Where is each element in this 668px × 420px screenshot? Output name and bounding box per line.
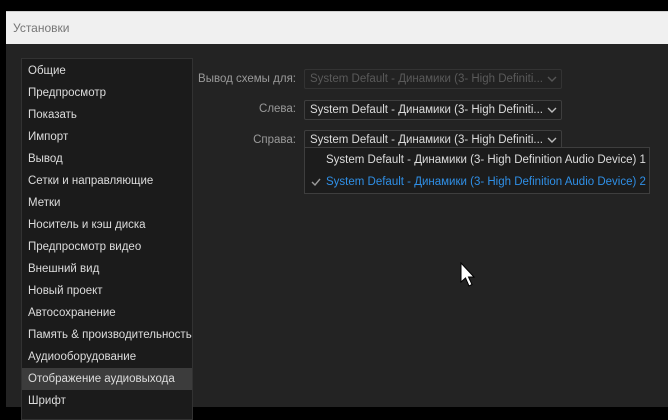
sidebar-item-import[interactable]: Импорт: [22, 126, 192, 148]
content-area: Общие Предпросмотр Показать Импорт Вывод…: [6, 44, 668, 420]
output-scheme-select: System Default - Динамики (3- High Defin…: [304, 69, 562, 89]
preferences-window: Установки Общие Предпросмотр Показать Им…: [0, 0, 668, 420]
sidebar-item-new-project[interactable]: Новый проект: [22, 280, 192, 302]
sidebar-item-video-preview[interactable]: Предпросмотр видео: [22, 236, 192, 258]
left-channel-value: System Default - Динамики (3- High Defin…: [310, 104, 542, 116]
sidebar-item-memory-performance[interactable]: Память & производительность: [22, 324, 192, 346]
sidebar-item-general[interactable]: Общие: [22, 60, 192, 82]
sidebar-item-appearance[interactable]: Внешний вид: [22, 258, 192, 280]
title-bar[interactable]: Установки: [6, 11, 668, 44]
sidebar-item-preview[interactable]: Предпросмотр: [22, 82, 192, 104]
chevron-down-icon: [547, 137, 557, 143]
check-icon: [311, 178, 321, 186]
window-title: Установки: [13, 21, 70, 35]
chevron-down-icon: [547, 107, 557, 113]
right-channel-dropdown-list: System Default - Динамики (3- High Defin…: [304, 147, 650, 194]
sidebar-item-audio-hardware[interactable]: Аудиооборудование: [22, 346, 192, 368]
output-scheme-label: Вывод схемы для:: [198, 73, 296, 85]
sidebar-item-labels[interactable]: Метки: [22, 192, 192, 214]
left-channel-label: Слева:: [259, 103, 296, 115]
dropdown-option-2[interactable]: System Default - Динамики (3- High Defin…: [305, 171, 649, 193]
dropdown-option-label: System Default - Динамики (3- High Defin…: [326, 176, 646, 188]
mouse-pointer-icon: [460, 262, 476, 287]
right-channel-label: Справа:: [253, 134, 296, 146]
output-scheme-value: System Default - Динамики (3- High Defin…: [310, 73, 542, 85]
sidebar: Общие Предпросмотр Показать Импорт Вывод…: [21, 58, 193, 420]
left-channel-select[interactable]: System Default - Динамики (3- High Defin…: [304, 100, 562, 120]
dropdown-option-1[interactable]: System Default - Динамики (3- High Defin…: [305, 149, 649, 171]
sidebar-item-grids-guides[interactable]: Сетки и направляющие: [22, 170, 192, 192]
chevron-down-icon: [547, 76, 557, 82]
sidebar-item-font[interactable]: Шрифт: [22, 390, 192, 412]
dropdown-option-label: System Default - Динамики (3- High Defin…: [326, 154, 646, 166]
sidebar-item-output[interactable]: Вывод: [22, 148, 192, 170]
sidebar-item-autosave[interactable]: Автосохранение: [22, 302, 192, 324]
sidebar-item-display[interactable]: Показать: [22, 104, 192, 126]
sidebar-item-audio-output-mapping[interactable]: Отображение аудиовыхода: [22, 368, 192, 390]
sidebar-item-media-disk-cache[interactable]: Носитель и кэш диска: [22, 214, 192, 236]
